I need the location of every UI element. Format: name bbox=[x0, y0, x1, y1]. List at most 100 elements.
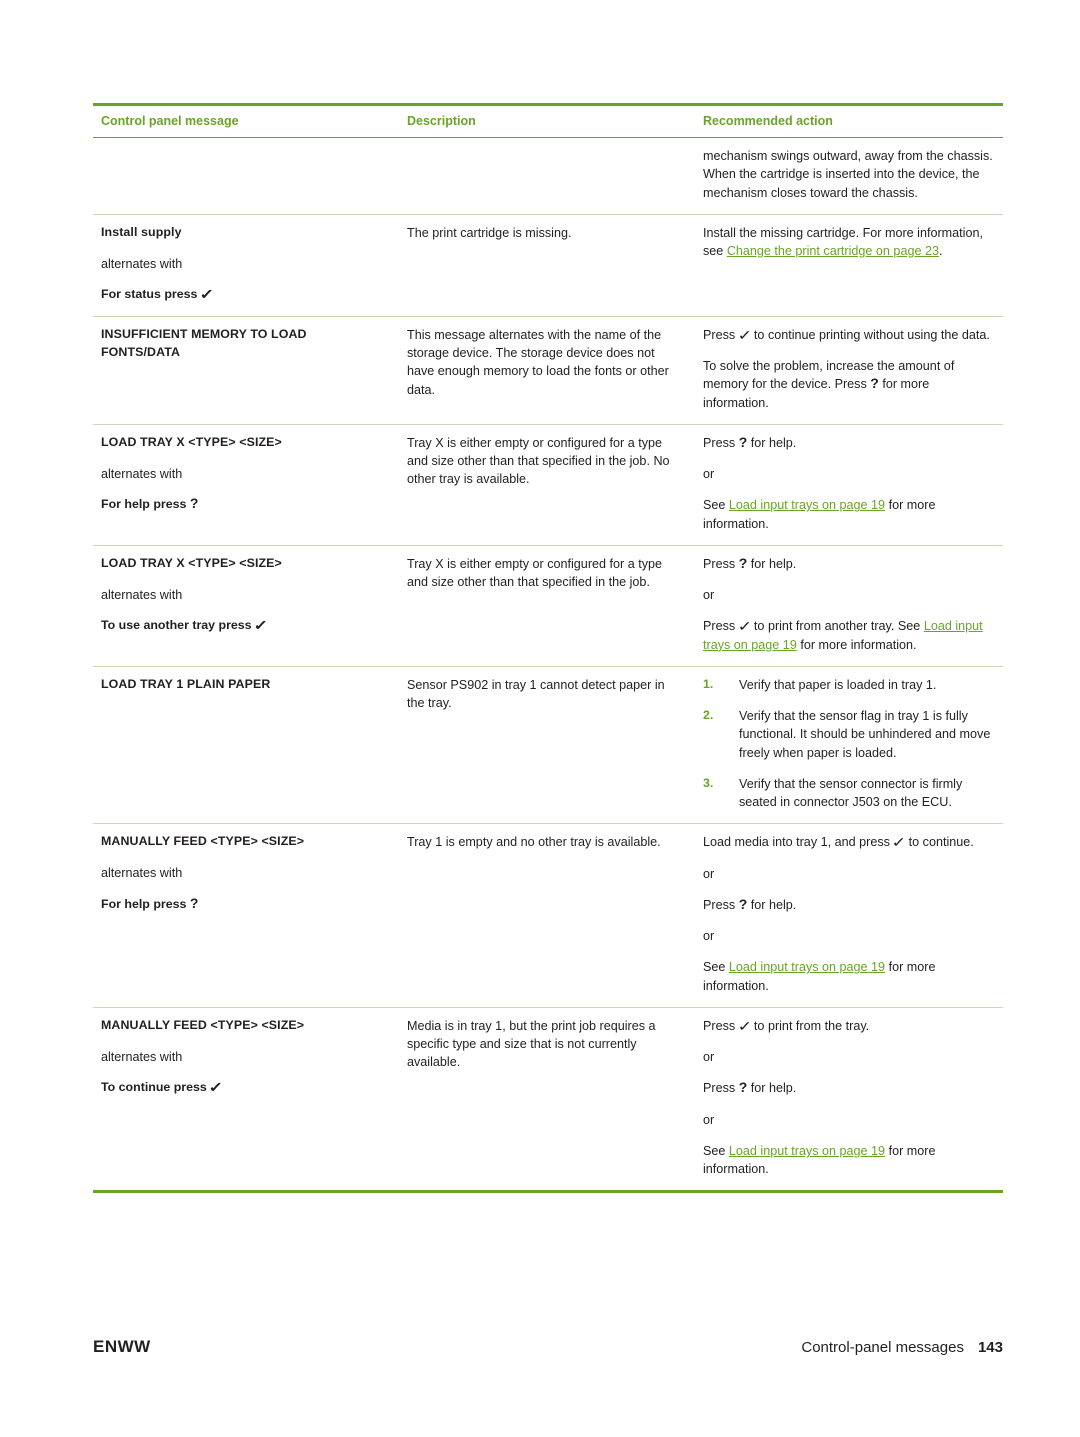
action-text-pre: Press bbox=[703, 897, 739, 912]
check-icon: ✓ bbox=[208, 1079, 224, 1096]
question-mark-icon: ? bbox=[738, 895, 748, 912]
message-alt-text: For help press bbox=[101, 497, 187, 512]
message-title: LOAD TRAY X <TYPE> <SIZE> bbox=[101, 555, 282, 570]
description-text: This message alternates with the name of… bbox=[407, 327, 669, 397]
step-number: 1. bbox=[703, 676, 714, 691]
action-text: Press ✓ to print from another tray. See … bbox=[703, 617, 993, 654]
column-header-control-panel-message: Control panel message bbox=[93, 103, 399, 138]
action-steps-list: 1. Verify that paper is loaded in tray 1.… bbox=[703, 676, 993, 812]
document-page: Control panel message Description Recomm… bbox=[0, 0, 1080, 1437]
check-icon: ✓ bbox=[737, 618, 752, 635]
message-cell: MANUALLY FEED <TYPE> <SIZE> alternates w… bbox=[93, 1007, 399, 1194]
cross-reference-link[interactable]: Load input trays on page 19 bbox=[729, 960, 885, 974]
message-title: LOAD TRAY X <TYPE> <SIZE> bbox=[101, 434, 282, 449]
action-text-pre: Press bbox=[703, 1081, 739, 1096]
action-text-pre: Press bbox=[703, 619, 739, 634]
message-alt-line: For help press ? bbox=[101, 496, 389, 514]
message-title: LOAD TRAY 1 PLAIN PAPER bbox=[101, 676, 271, 691]
action-text: Press ✓ to print from the tray. bbox=[703, 1017, 993, 1035]
page-footer: ENWW Control-panel messages 143 bbox=[93, 1337, 1003, 1357]
table-body: mechanism swings outward, away from the … bbox=[93, 137, 1003, 1194]
action-or: or bbox=[703, 1112, 715, 1127]
control-panel-message-table: Control panel message Description Recomm… bbox=[93, 103, 1003, 1194]
table-row: MANUALLY FEED <TYPE> <SIZE> alternates w… bbox=[93, 823, 1003, 1008]
action-text-post: for more information. bbox=[796, 637, 917, 652]
description-cell: Tray X is either empty or configured for… bbox=[399, 424, 695, 546]
message-cell: LOAD TRAY X <TYPE> <SIZE> alternates wit… bbox=[93, 545, 399, 667]
check-icon: ✓ bbox=[253, 617, 269, 634]
alternates-with-label: alternates with bbox=[101, 256, 183, 271]
alternates-with-label: alternates with bbox=[101, 1049, 183, 1064]
step-text: Verify that the sensor flag in tray 1 is… bbox=[739, 709, 991, 760]
table-header-row: Control panel message Description Recomm… bbox=[93, 103, 1003, 138]
message-alt-line: For help press ? bbox=[101, 896, 389, 914]
action-text-post: for help. bbox=[747, 556, 797, 571]
action-cell: Install the missing cartridge. For more … bbox=[695, 214, 1003, 317]
action-text-pre: Press bbox=[703, 1018, 739, 1033]
action-text: See Load input trays on page 19 for more… bbox=[703, 958, 993, 995]
question-mark-icon: ? bbox=[189, 894, 199, 911]
message-alt-text: For status press bbox=[101, 286, 198, 301]
messages-table: Control panel message Description Recomm… bbox=[93, 103, 1003, 1194]
message-alt-text: For help press bbox=[101, 896, 187, 911]
action-text-mid: to print from another tray. See bbox=[750, 619, 924, 634]
table-row: LOAD TRAY X <TYPE> <SIZE> alternates wit… bbox=[93, 545, 1003, 667]
message-alt-text: To use another tray press bbox=[101, 618, 252, 633]
footer-section-title: Control-panel messages bbox=[801, 1339, 964, 1356]
table-row: mechanism swings outward, away from the … bbox=[93, 137, 1003, 215]
column-header-recommended-action: Recommended action bbox=[695, 103, 1003, 138]
message-cell: Install supply alternates with For statu… bbox=[93, 214, 399, 317]
cross-reference-link[interactable]: Change the print cartridge on page 23 bbox=[727, 244, 939, 258]
question-mark-icon: ? bbox=[738, 433, 748, 450]
description-cell: Tray 1 is empty and no other tray is ava… bbox=[399, 823, 695, 1008]
description-cell: The print cartridge is missing. bbox=[399, 214, 695, 317]
description-text: The print cartridge is missing. bbox=[407, 225, 572, 240]
action-text-pre: Press bbox=[703, 435, 739, 450]
step-text: Verify that paper is loaded in tray 1. bbox=[739, 677, 937, 692]
question-mark-icon: ? bbox=[738, 554, 748, 571]
action-text: See Load input trays on page 19 for more… bbox=[703, 496, 993, 533]
description-cell: Tray X is either empty or configured for… bbox=[399, 545, 695, 667]
action-text-post: to print from the tray. bbox=[750, 1018, 870, 1033]
message-title: MANUALLY FEED <TYPE> <SIZE> bbox=[101, 834, 305, 849]
table-row: LOAD TRAY X <TYPE> <SIZE> alternates wit… bbox=[93, 424, 1003, 546]
footer-section-info: Control-panel messages 143 bbox=[801, 1339, 1003, 1356]
action-text-pre: See bbox=[703, 960, 729, 975]
table-row: INSUFFICIENT MEMORY TO LOAD FONTS/DATA T… bbox=[93, 316, 1003, 425]
check-icon: ✓ bbox=[199, 285, 215, 302]
table-header: Control panel message Description Recomm… bbox=[93, 103, 1003, 138]
description-text: Media is in tray 1, but the print job re… bbox=[407, 1018, 656, 1070]
cross-reference-link[interactable]: Load input trays on page 19 bbox=[729, 1144, 885, 1158]
action-cell: Press ✓ to continue printing without usi… bbox=[695, 316, 1003, 425]
table-row: MANUALLY FEED <TYPE> <SIZE> alternates w… bbox=[93, 1007, 1003, 1194]
action-text-pre: See bbox=[703, 1143, 729, 1158]
message-title: INSUFFICIENT MEMORY TO LOAD FONTS/DATA bbox=[101, 326, 307, 359]
page-number: 143 bbox=[977, 1339, 1003, 1356]
description-cell: Sensor PS902 in tray 1 cannot detect pap… bbox=[399, 666, 695, 825]
action-text: Load media into tray 1, and press ✓ to c… bbox=[703, 833, 993, 851]
action-text: Press ✓ to continue printing without usi… bbox=[703, 326, 993, 344]
description-cell: This message alternates with the name of… bbox=[399, 316, 695, 425]
list-item: 1. Verify that paper is loaded in tray 1. bbox=[703, 676, 993, 694]
action-text-pre: Press bbox=[703, 327, 739, 342]
description-text: Sensor PS902 in tray 1 cannot detect pap… bbox=[407, 677, 665, 711]
list-item: 3. Verify that the sensor connector is fi… bbox=[703, 775, 993, 812]
action-cell: 1. Verify that paper is loaded in tray 1.… bbox=[695, 666, 1003, 825]
alternates-with-label: alternates with bbox=[101, 587, 183, 602]
action-text: mechanism swings outward, away from the … bbox=[703, 149, 993, 200]
message-cell: LOAD TRAY X <TYPE> <SIZE> alternates wit… bbox=[93, 424, 399, 546]
alternates-with-label: alternates with bbox=[101, 466, 183, 481]
question-mark-icon: ? bbox=[738, 1079, 748, 1096]
table-row: Install supply alternates with For statu… bbox=[93, 214, 1003, 317]
action-text-post: to continue. bbox=[905, 835, 974, 850]
action-or: or bbox=[703, 588, 715, 603]
action-text-pre: See bbox=[703, 498, 729, 513]
action-text: To solve the problem, increase the amoun… bbox=[703, 357, 993, 412]
action-or: or bbox=[703, 866, 715, 881]
message-cell: INSUFFICIENT MEMORY TO LOAD FONTS/DATA bbox=[93, 316, 399, 425]
cross-reference-link[interactable]: Load input trays on page 19 bbox=[729, 498, 885, 512]
message-cell bbox=[93, 137, 399, 215]
message-alt-line: To use another tray press ✓ bbox=[101, 617, 389, 635]
message-cell: MANUALLY FEED <TYPE> <SIZE> alternates w… bbox=[93, 823, 399, 1008]
action-text: Press ? for help. bbox=[703, 555, 993, 573]
